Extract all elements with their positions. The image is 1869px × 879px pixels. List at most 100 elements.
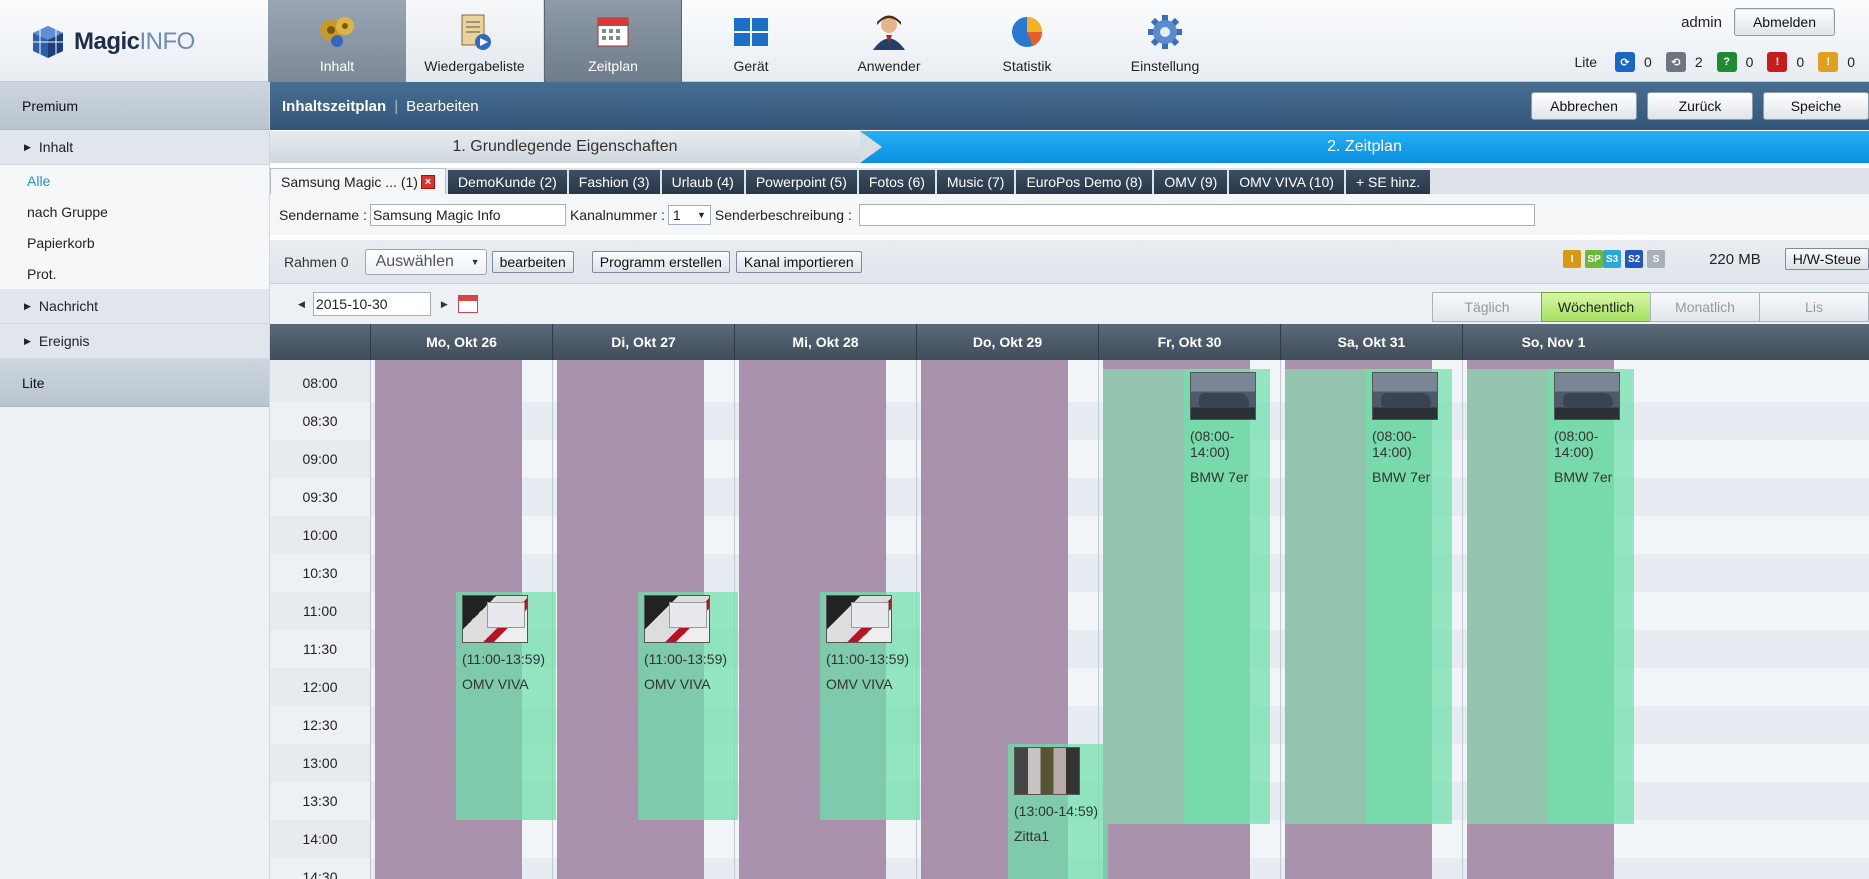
- channel-tab-3[interactable]: Fashion (3): [568, 170, 660, 194]
- sidebar-group-inhalt[interactable]: ▶ Inhalt: [0, 130, 269, 165]
- step-basic-properties[interactable]: 1. Grundlegende Eigenschaften: [270, 131, 860, 163]
- cancel-button[interactable]: Abbrechen: [1531, 92, 1637, 120]
- logout-button[interactable]: Abmelden: [1733, 8, 1835, 36]
- frame-select[interactable]: Auswählen ▼: [364, 248, 487, 275]
- sidebar-item-papierkorb[interactable]: Papierkorb: [0, 227, 269, 258]
- close-icon[interactable]: ×: [420, 174, 435, 189]
- beschreibung-input[interactable]: [858, 203, 1535, 226]
- connected-icon[interactable]: ⟳: [1615, 52, 1636, 72]
- schedule-body: (11:00-13:59) OMV VIVA (11:00-13:59) OMV VI…: [370, 360, 1869, 879]
- create-program-button[interactable]: Programm erstellen: [591, 250, 730, 273]
- channel-tab-7[interactable]: Music (7): [936, 170, 1015, 194]
- warning-count: 0: [1847, 54, 1855, 70]
- event-time: (13:00-14:59): [1014, 803, 1099, 819]
- step-schedule[interactable]: 2. Zeitplan: [860, 131, 1869, 163]
- nav-zeitplan[interactable]: Zeitplan: [544, 0, 682, 82]
- view-tab-list[interactable]: Lis: [1759, 292, 1869, 322]
- save-button[interactable]: Speiche: [1763, 92, 1869, 120]
- day-header[interactable]: Do, Okt 29: [916, 324, 1098, 360]
- day-header[interactable]: So, Nov 1: [1462, 324, 1644, 360]
- sidebar-item-alle[interactable]: Alle: [0, 165, 269, 196]
- main-nav: Inhalt Wiedergabeliste Zeitplan Gerät An…: [268, 0, 1234, 82]
- channel-form: Sendername : Kanalnummer : 1 ▼ Senderbes…: [270, 194, 1869, 240]
- nav-anwender[interactable]: Anwender: [820, 0, 958, 82]
- schedule-event[interactable]: (11:00-13:59) OMV VIVA: [456, 592, 556, 820]
- nav-statistik[interactable]: Statistik: [958, 0, 1096, 82]
- warning-icon[interactable]: !: [1818, 52, 1839, 72]
- nav-inhalt[interactable]: Inhalt: [268, 0, 406, 82]
- caret-right-icon: ▶: [24, 335, 31, 346]
- event-title: OMV VIVA: [462, 676, 529, 692]
- sidebar-group-label: Inhalt: [38, 139, 74, 155]
- content-thumbnail: [462, 595, 528, 643]
- sidebar-premium[interactable]: Premium: [0, 82, 269, 130]
- channel-tabs: Samsung Magic ... (1) × DemoKunde (2) Fa…: [270, 168, 1869, 194]
- day-header[interactable]: Mo, Okt 26: [370, 324, 552, 360]
- schedule-event[interactable]: (08:00-14:00) BMW 7er: [1366, 369, 1452, 824]
- error-count: 0: [1796, 54, 1805, 70]
- channel-tab-9[interactable]: OMV (9): [1154, 170, 1228, 194]
- event-time: (11:00-13:59): [462, 651, 546, 667]
- edit-frame-button[interactable]: bearbeiten: [491, 250, 574, 273]
- magicinfo-logo[interactable]: MagicINFO: [30, 22, 195, 62]
- import-channel-button[interactable]: Kanal importieren: [735, 250, 862, 273]
- hw-control-button[interactable]: H/W-Steue: [1784, 248, 1869, 270]
- schedule-event[interactable]: (08:00-14:00) BMW 7er: [1548, 369, 1634, 824]
- sendername-input[interactable]: [369, 203, 566, 226]
- status-label: Lite: [1574, 54, 1598, 70]
- sidebar-item-prot[interactable]: Prot.: [0, 258, 269, 289]
- nav-label: Zeitplan: [588, 58, 638, 74]
- error-icon[interactable]: !: [1767, 52, 1788, 72]
- sidebar-lite[interactable]: Lite: [0, 359, 269, 407]
- user-icon: [869, 12, 909, 52]
- channel-tab-2[interactable]: DemoKunde (2): [447, 170, 567, 194]
- add-channel-tab[interactable]: + SE hinz.: [1345, 170, 1431, 194]
- channel-tab-10[interactable]: OMV VIVA (10): [1229, 170, 1344, 194]
- disconnected-icon[interactable]: ⟲: [1665, 52, 1686, 72]
- next-date-icon[interactable]: ▶: [441, 299, 448, 310]
- date-navigation: ◀ ▶ Täglich Wöchentlich Monatlich Lis: [270, 284, 1869, 324]
- view-tabs: Täglich Wöchentlich Monatlich Lis: [1432, 292, 1869, 322]
- day-header[interactable]: Di, Okt 27: [552, 324, 734, 360]
- sidebar-item-nach-gruppe[interactable]: nach Gruppe: [0, 196, 269, 227]
- back-button[interactable]: Zurück: [1647, 92, 1753, 120]
- channel-tab-8[interactable]: EuroPos Demo (8): [1016, 170, 1153, 194]
- day-header[interactable]: Fr, Okt 30: [1098, 324, 1280, 360]
- schedule-event[interactable]: (08:00-14:00) BMW 7er: [1184, 369, 1270, 824]
- nav-einstellung[interactable]: Einstellung: [1096, 0, 1234, 82]
- view-tab-daily[interactable]: Täglich: [1432, 292, 1542, 322]
- kanalnummer-value: 1: [672, 206, 681, 223]
- sendername-label: Sendername :: [279, 206, 367, 223]
- sidebar-group-nachricht[interactable]: ▶ Nachricht: [0, 289, 269, 324]
- wizard-steps: 1. Grundlegende Eigenschaften 2. Zeitpla…: [270, 131, 1869, 163]
- kanalnummer-select[interactable]: 1 ▼: [667, 204, 711, 225]
- content-thumbnail: [1014, 747, 1080, 795]
- schedule-event[interactable]: (11:00-13:59) OMV VIVA: [820, 592, 920, 820]
- day-header[interactable]: Mi, Okt 28: [734, 324, 916, 360]
- view-tab-weekly[interactable]: Wöchentlich: [1541, 292, 1651, 322]
- prev-date-icon[interactable]: ◀: [298, 299, 305, 310]
- disconnected-count: 2: [1694, 54, 1703, 70]
- date-input[interactable]: [312, 292, 431, 316]
- nav-geraet[interactable]: Gerät: [682, 0, 820, 82]
- channel-tab-5[interactable]: Powerpoint (5): [745, 170, 857, 194]
- device-icon: [731, 12, 771, 52]
- channel-tab-1[interactable]: Samsung Magic ... (1) ×: [270, 168, 446, 194]
- day-header[interactable]: Sa, Okt 31: [1280, 324, 1462, 360]
- nav-wiedergabeliste[interactable]: Wiedergabeliste: [406, 0, 544, 82]
- event-title: BMW 7er: [1372, 469, 1431, 485]
- toolbar-right: I SP S3 S2 S 220 MB H/W-Steue: [1563, 248, 1869, 270]
- time-label: 11:00: [303, 603, 337, 619]
- channel-tab-4[interactable]: Urlaub (4): [661, 170, 744, 194]
- sidebar-group-ereignis[interactable]: ▶ Ereignis: [0, 324, 269, 359]
- channel-tab-6[interactable]: Fotos (6): [858, 170, 935, 194]
- s-badge-icon: S: [1647, 250, 1666, 268]
- view-tab-monthly[interactable]: Monatlich: [1650, 292, 1760, 322]
- calendar-picker-icon[interactable]: [457, 295, 478, 313]
- schedule-event[interactable]: (13:00-14:59) Zitta1: [1008, 744, 1108, 879]
- sidebar: Premium ▶ Inhalt Alle nach Gruppe Papier…: [0, 82, 270, 879]
- event-title: BMW 7er: [1554, 469, 1613, 485]
- event-time: (11:00-13:59): [644, 651, 728, 667]
- schedule-event[interactable]: (11:00-13:59) OMV VIVA: [638, 592, 738, 820]
- question-icon[interactable]: ?: [1716, 52, 1737, 72]
